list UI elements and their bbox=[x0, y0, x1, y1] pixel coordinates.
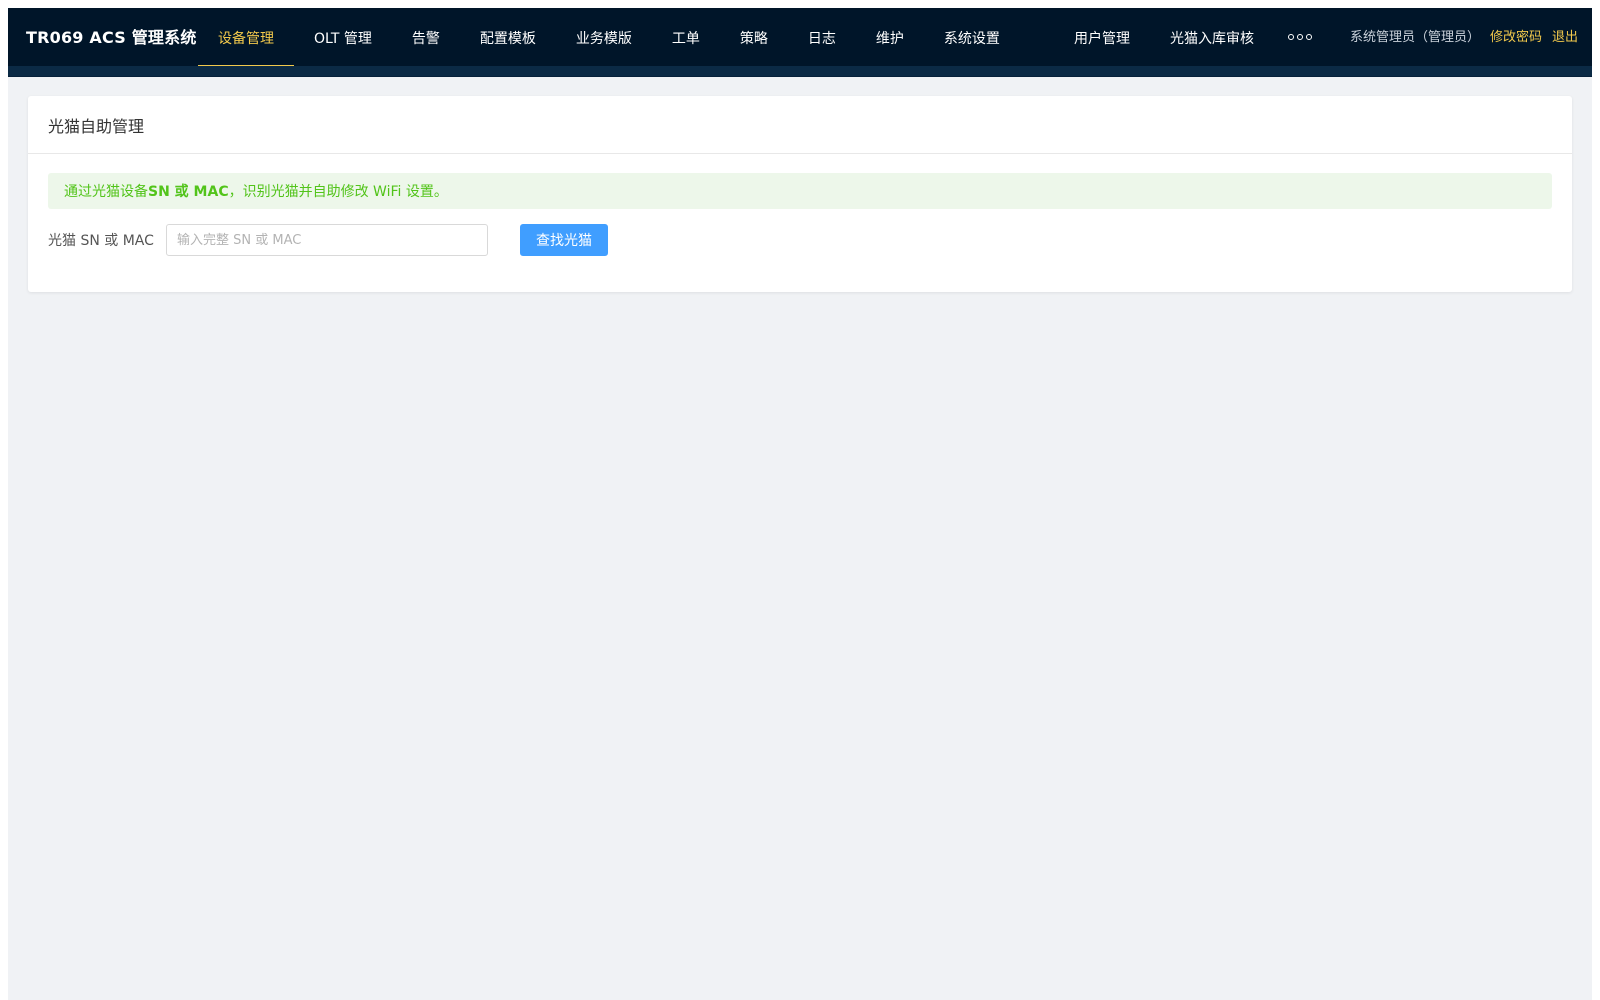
current-user: 系统管理员（管理员） bbox=[1349, 30, 1480, 45]
self-service-card: 光猫自助管理 通过光猫设备 SN 或 MAC ，识别光猫并自助修改 WiFi 设… bbox=[28, 96, 1572, 292]
menu-item-olt-management[interactable]: OLT 管理 bbox=[294, 8, 392, 67]
menu-item-work-orders[interactable]: 工单 bbox=[652, 8, 720, 67]
menu-item-config-templates[interactable]: 配置模板 bbox=[460, 8, 556, 67]
alert-text-suffix: ，识别光猫并自助修改 WiFi 设置。 bbox=[228, 184, 448, 200]
sn-mac-input[interactable] bbox=[166, 224, 488, 256]
menu-item-policies[interactable]: 策略 bbox=[720, 8, 788, 67]
top-navigation-bar: TR069 ACS 管理系统 设备管理 OLT 管理 告警 配置模板 业务模版 … bbox=[8, 8, 1592, 68]
info-alert: 通过光猫设备 SN 或 MAC ，识别光猫并自助修改 WiFi 设置。 bbox=[48, 173, 1552, 209]
logout-link[interactable]: 退出 bbox=[1552, 26, 1578, 45]
search-form: 光猫 SN 或 MAC 查找光猫 bbox=[48, 224, 608, 256]
app-frame: TR069 ACS 管理系统 设备管理 OLT 管理 告警 配置模板 业务模版 … bbox=[8, 8, 1592, 1000]
menu-item-system-settings[interactable]: 系统设置 bbox=[924, 8, 1020, 67]
find-ont-button[interactable]: 查找光猫 bbox=[520, 224, 608, 256]
alert-text-strong: SN 或 MAC bbox=[148, 184, 229, 200]
main-menu: 设备管理 OLT 管理 告警 配置模板 业务模版 工单 策略 日志 维护 系统设… bbox=[198, 8, 1032, 68]
sn-mac-label: 光猫 SN 或 MAC bbox=[48, 233, 154, 249]
menu-item-service-templates[interactable]: 业务模版 bbox=[556, 8, 652, 67]
header-divider bbox=[8, 66, 1592, 77]
card-title: 光猫自助管理 bbox=[28, 96, 1572, 154]
menu-item-maintenance[interactable]: 维护 bbox=[856, 8, 924, 67]
user-area: 系统管理员（管理员） 修改密码 退出 bbox=[1350, 26, 1578, 45]
change-password-link[interactable]: 修改密码 bbox=[1490, 26, 1542, 45]
app-title: TR069 ACS 管理系统 bbox=[26, 28, 197, 47]
ellipsis-icon[interactable] bbox=[1284, 28, 1316, 46]
menu-item-logs[interactable]: 日志 bbox=[788, 8, 856, 67]
menu-item-device-management[interactable]: 设备管理 bbox=[198, 8, 294, 68]
menu-item-user-management[interactable]: 用户管理 bbox=[1054, 8, 1150, 67]
menu-item-ont-inbound-review[interactable]: 光猫入库审核 bbox=[1150, 8, 1274, 67]
menu-item-alarms[interactable]: 告警 bbox=[392, 8, 460, 67]
alert-text-prefix: 通过光猫设备 bbox=[64, 184, 148, 200]
